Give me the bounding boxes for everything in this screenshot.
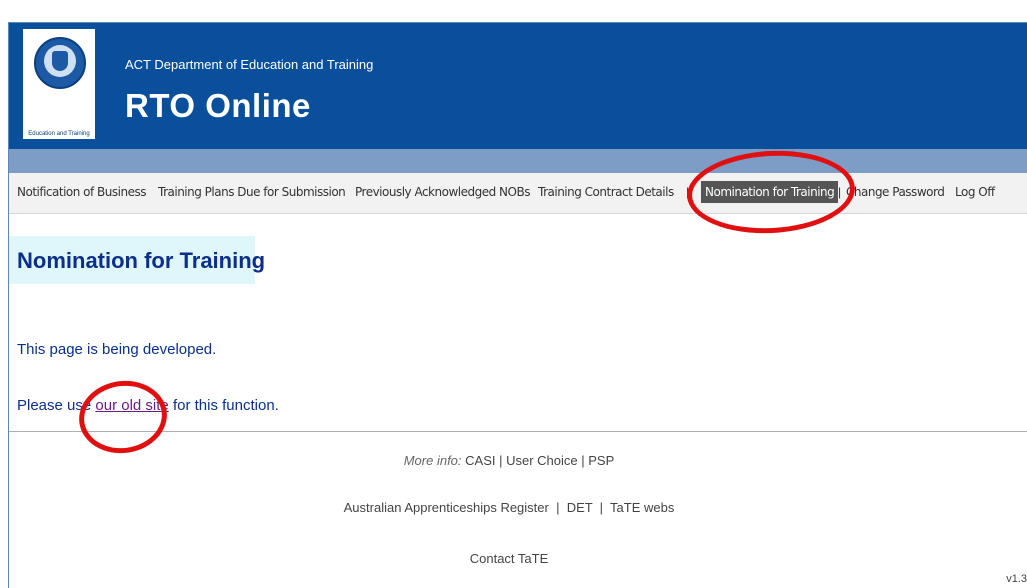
- site-header: Education and Training ACT Department of…: [9, 23, 1027, 149]
- app-title: RTO Online: [125, 87, 311, 124]
- old-site-suffix: for this function.: [172, 397, 279, 414]
- department-name: ACT Department of Education and Training: [125, 57, 374, 72]
- old-site-notice: Please use our old site for this functio…: [17, 397, 279, 414]
- coat-of-arms-icon: [34, 37, 86, 89]
- footer-link-user-choice[interactable]: User Choice: [506, 453, 578, 468]
- more-info-line: More info: CASI | User Choice | PSP: [403, 453, 615, 468]
- nav-change-password[interactable]: Change Password: [846, 185, 945, 199]
- footer-link-psp[interactable]: PSP: [588, 453, 614, 468]
- nav-log-off[interactable]: Log Off: [955, 185, 995, 199]
- footer-links-line: Australian Apprenticeships Register | DE…: [343, 500, 675, 515]
- header-strip: [9, 149, 1027, 173]
- logo-caption: Education and Training: [28, 131, 90, 137]
- old-site-prefix: Please use: [17, 397, 92, 414]
- nav-notification-of-business[interactable]: Notification of Business: [17, 185, 146, 199]
- nav-training-plans-due[interactable]: Training Plans Due for Submission: [158, 185, 346, 199]
- footer-link-apprenticeships-register[interactable]: Australian Apprenticeships Register: [344, 500, 549, 515]
- nav-previously-acknowledged-nobs[interactable]: Previously Acknowledged NOBs: [355, 185, 530, 199]
- version-label: v1.3: [1006, 573, 1027, 585]
- nav-separator: |: [838, 185, 842, 199]
- nav-training-contract-details[interactable]: Training Contract Details: [538, 185, 674, 199]
- nav-separator: |: [686, 185, 690, 199]
- contact-tate-link[interactable]: Contact TaTE: [470, 551, 549, 566]
- more-info-label: More info:: [403, 453, 462, 468]
- annotation-circle-link: [74, 375, 172, 459]
- nav-nomination-for-training[interactable]: Nomination for Training: [701, 181, 839, 203]
- old-site-link[interactable]: our old site: [95, 397, 168, 414]
- footer-link-tate-webs[interactable]: TaTE webs: [610, 500, 674, 515]
- main-nav: Notification of Business Training Plans …: [9, 173, 1027, 214]
- footer-link-det[interactable]: DET: [567, 500, 593, 515]
- footer-link-casi[interactable]: CASI: [465, 453, 495, 468]
- contact-line: Contact TaTE: [9, 551, 1009, 566]
- department-logo: Education and Training: [23, 29, 95, 139]
- page-title: Nomination for Training: [17, 248, 266, 273]
- development-notice: This page is being developed.: [17, 341, 217, 358]
- page-frame: Education and Training ACT Department of…: [8, 22, 1027, 588]
- footer-divider: [9, 431, 1027, 432]
- page-title-box: Nomination for Training: [9, 236, 265, 284]
